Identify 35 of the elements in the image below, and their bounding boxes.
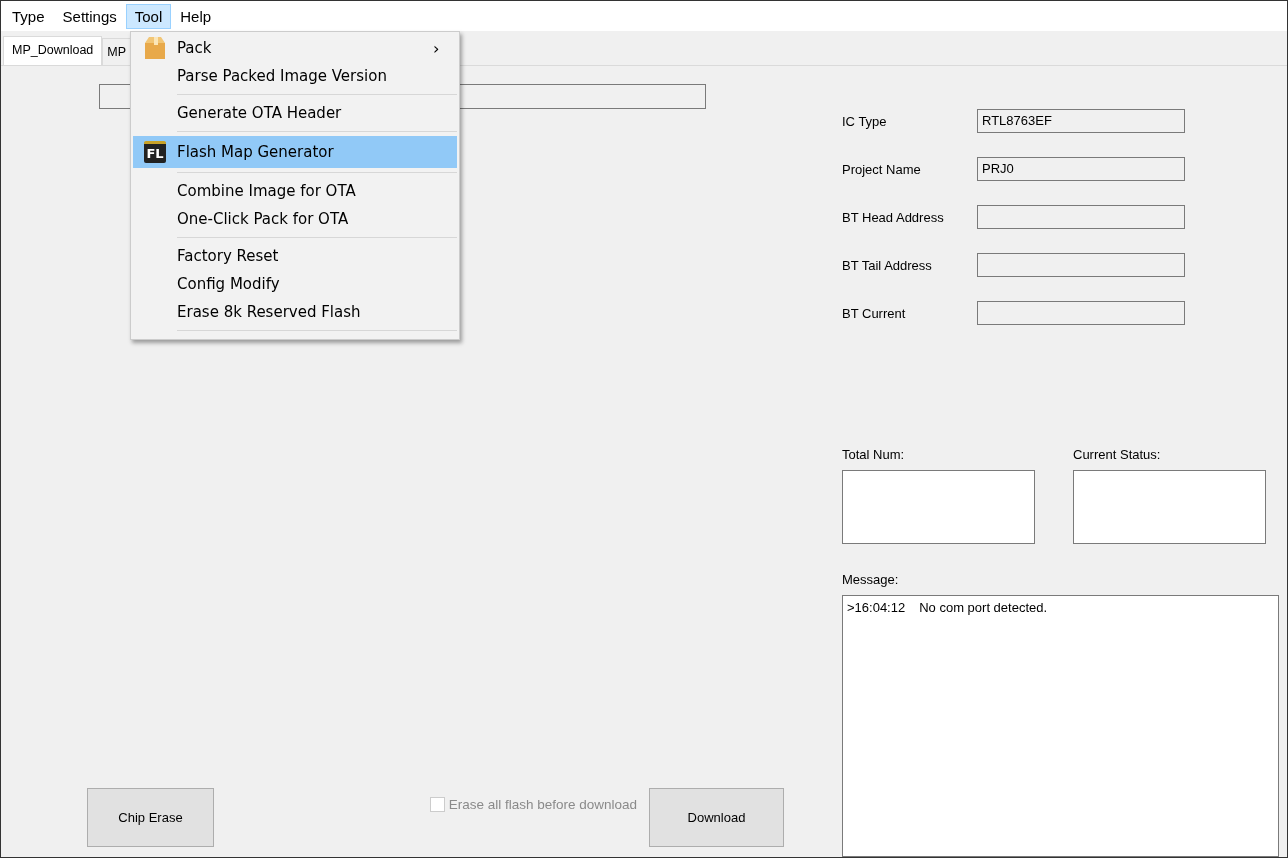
field-label: BT Tail Address — [842, 257, 933, 273]
menu-bar-item[interactable]: Help — [171, 3, 221, 29]
tab[interactable]: MP_Download — [3, 36, 103, 65]
field-label: Project Name — [842, 161, 922, 177]
menu-item[interactable]: Pack › — [133, 34, 457, 62]
current-status-label: Current Status: — [1073, 447, 1162, 462]
text-field[interactable] — [977, 205, 1185, 229]
menu-item[interactable]: Combine Image for OTA — [133, 177, 457, 205]
tab[interactable]: MP — [102, 38, 132, 65]
field-label: IC Type — [842, 113, 888, 129]
menu-item[interactable]: One-Click Pack for OTA — [133, 205, 457, 233]
menu-item[interactable]: Parse Packed Image Version — [133, 62, 457, 90]
menu-item[interactable]: Config Modify — [133, 270, 457, 298]
text-field[interactable]: PRJ0 — [977, 157, 1185, 181]
text-field[interactable]: RTL8763EF — [977, 109, 1185, 133]
log-message: No com port detected. — [919, 600, 1048, 615]
field-label: BT Current — [842, 305, 907, 321]
menu-bar-item[interactable]: Settings — [53, 3, 126, 29]
flash-chip-icon: FL — [144, 141, 166, 163]
chip-erase-button[interactable]: Chip Erase — [87, 788, 214, 847]
menu-bar-item[interactable]: Tool — [125, 3, 172, 29]
package-icon — [144, 36, 166, 60]
total-num-label: Total Num: — [842, 447, 906, 462]
field-label: BT Head Address — [842, 209, 945, 225]
text-field[interactable] — [977, 301, 1185, 325]
menu-item[interactable]: Generate OTA Header — [133, 99, 457, 127]
download-button[interactable]: Download — [649, 788, 784, 847]
menu-item[interactable]: Factory Reset — [133, 242, 457, 270]
menu-item[interactable]: FL Flash Map Generator — [133, 136, 457, 168]
menu-bar-item[interactable]: Type — [3, 3, 54, 29]
log-time: >16:04:12 — [847, 600, 906, 615]
submenu-arrow-icon: › — [433, 38, 457, 58]
text-field[interactable] — [977, 253, 1185, 277]
message-label: Message: — [842, 572, 900, 587]
menu-item[interactable]: Erase 8k Reserved Flash — [133, 298, 457, 326]
